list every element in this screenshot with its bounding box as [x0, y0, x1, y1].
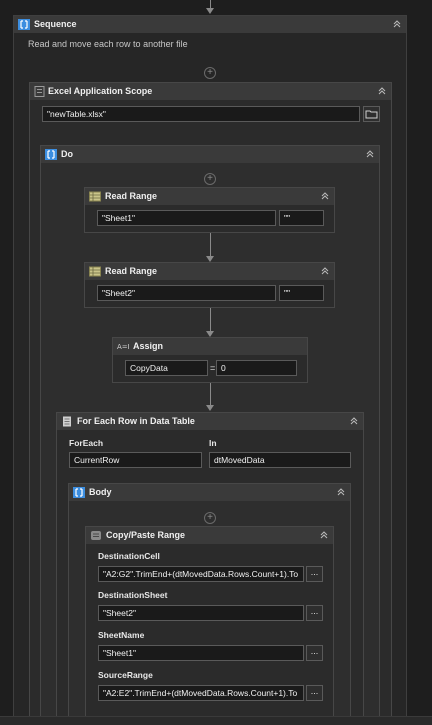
connector-line [210, 233, 211, 257]
assign-icon: A=B [117, 343, 129, 351]
horizontal-scrollbar[interactable] [0, 716, 432, 725]
excel-scope-title: Excel Application Scope [48, 86, 153, 96]
read-range-activity-2[interactable]: Read Range "Sheet2" "" [84, 262, 335, 308]
read-range-title-1: Read Range [105, 191, 158, 201]
destination-cell-field[interactable]: "A2:G2".TrimEnd+(dtMovedData.Rows.Count+… [98, 566, 304, 582]
source-range-field[interactable]: "A2:E2".TrimEnd+(dtMovedData.Rows.Count+… [98, 685, 304, 701]
collapse-icon[interactable] [335, 486, 347, 498]
read-range-icon [89, 191, 101, 202]
assign-title: Assign [133, 341, 164, 351]
destination-sheet-ellipsis-button[interactable]: ... [306, 605, 323, 621]
add-activity-icon[interactable]: + [204, 173, 216, 185]
sequence-header[interactable]: Sequence [14, 16, 406, 33]
assign-operator: = [210, 363, 216, 373]
destination-sheet-field[interactable]: "Sheet2" [98, 605, 304, 621]
collapse-icon[interactable] [319, 190, 331, 202]
add-activity-icon[interactable]: + [204, 67, 216, 79]
copy-paste-header[interactable]: Copy/Paste Range [86, 527, 333, 544]
copy-paste-title: Copy/Paste Range [106, 530, 186, 540]
assign-value-field[interactable]: 0 [216, 360, 297, 376]
body-icon [73, 487, 85, 498]
do-title: Do [61, 149, 73, 159]
for-each-icon [63, 416, 71, 427]
connector-line [210, 383, 211, 406]
read-range-header-2[interactable]: Read Range [85, 263, 334, 280]
excel-scope-icon [34, 86, 45, 97]
collapse-icon[interactable] [391, 18, 403, 30]
read-range-header-1[interactable]: Read Range [85, 188, 334, 205]
assign-activity[interactable]: A=B Assign CopyData = 0 [112, 337, 308, 383]
connector-arrow [206, 8, 214, 14]
assign-to-field[interactable]: CopyData [125, 360, 208, 376]
body-header[interactable]: Body [69, 484, 350, 501]
collapse-icon[interactable] [319, 265, 331, 277]
for-each-title: For Each Row in Data Table [77, 416, 195, 426]
sequence-title: Sequence [34, 19, 77, 29]
data-table-field[interactable]: dtMovedData [209, 452, 351, 468]
in-label: In [209, 438, 217, 448]
for-each-header[interactable]: For Each Row in Data Table [57, 413, 363, 430]
excel-scope-header[interactable]: Excel Application Scope [30, 83, 391, 100]
sequence-icon [18, 19, 30, 30]
destination-cell-label: DestinationCell [98, 551, 160, 561]
destination-cell-ellipsis-button[interactable]: ... [306, 566, 323, 582]
add-activity-icon[interactable]: + [204, 512, 216, 524]
folder-icon[interactable] [363, 106, 380, 122]
copy-paste-icon [91, 531, 101, 540]
assign-header[interactable]: A=B Assign [113, 338, 307, 355]
sequence-annotation: Read and move each row to another file [28, 39, 188, 49]
range-field-2[interactable]: "" [279, 285, 324, 301]
sheet-name-ellipsis-button[interactable]: ... [306, 645, 323, 661]
collapse-icon[interactable] [348, 415, 360, 427]
source-range-ellipsis-button[interactable]: ... [306, 685, 323, 701]
workbook-path-field[interactable]: "newTable.xlsx" [42, 106, 360, 122]
sheet-name-label: SheetName [98, 630, 145, 640]
body-title: Body [89, 487, 112, 497]
sheet-name-field-2[interactable]: "Sheet2" [97, 285, 276, 301]
sheet-name-field-1[interactable]: "Sheet1" [97, 210, 276, 226]
copy-paste-range-activity[interactable]: Copy/Paste Range DestinationCell "A2:G2"… [85, 526, 334, 722]
svg-text:A=B: A=B [117, 343, 129, 351]
foreach-variable-field[interactable]: CurrentRow [69, 452, 202, 468]
collapse-icon[interactable] [318, 529, 330, 541]
read-range-icon [89, 266, 101, 277]
read-range-activity-1[interactable]: Read Range "Sheet1" "" [84, 187, 335, 233]
range-field-1[interactable]: "" [279, 210, 324, 226]
sheet-name-field[interactable]: "Sheet1" [98, 645, 304, 661]
collapse-icon[interactable] [364, 148, 376, 160]
read-range-title-2: Read Range [105, 266, 158, 276]
connector-line [210, 308, 211, 332]
connector-arrow [206, 405, 214, 411]
do-icon [45, 149, 57, 160]
foreach-label: ForEach [69, 438, 104, 448]
source-range-label: SourceRange [98, 670, 153, 680]
collapse-icon[interactable] [376, 85, 388, 97]
destination-sheet-label: DestinationSheet [98, 590, 168, 600]
do-header[interactable]: Do [41, 146, 379, 163]
